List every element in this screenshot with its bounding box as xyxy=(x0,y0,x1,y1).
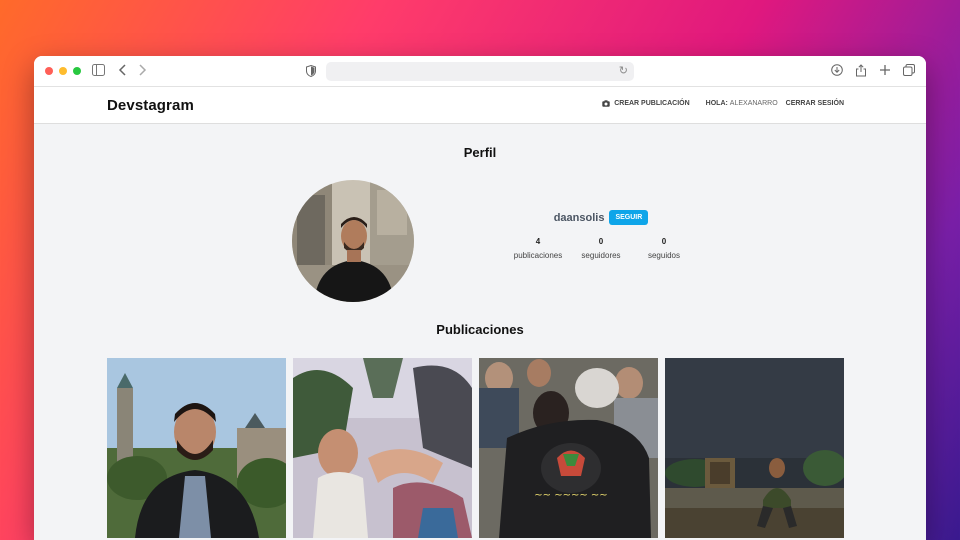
stat-posts-value: 4 xyxy=(535,237,541,246)
post-thumbnail[interactable] xyxy=(107,358,286,538)
brand-logo[interactable]: Devstagram xyxy=(107,97,194,114)
svg-text:~~ ~~~~ ~~: ~~ ~~~~ ~~ xyxy=(534,490,607,501)
create-post-button[interactable]: Crear Publicación xyxy=(598,100,694,107)
forward-icon[interactable] xyxy=(135,64,149,78)
stat-following-value: 0 xyxy=(661,237,667,246)
profile-title: Perfil xyxy=(463,145,497,160)
profile-username: daansolis xyxy=(553,211,605,224)
header-nav: Crear Publicación Hola: alexanarro Cerra… xyxy=(598,100,844,107)
stat-followers: 0 seguidores xyxy=(571,237,631,260)
post-thumbnail[interactable]: ~~ ~~~~ ~~ xyxy=(479,358,658,538)
camera-icon xyxy=(602,100,610,107)
greeting-label: Hola: xyxy=(705,100,728,107)
stat-following-label: seguidos xyxy=(647,251,681,260)
share-icon[interactable] xyxy=(854,64,868,78)
reload-icon[interactable]: ↻ xyxy=(619,64,628,77)
window-controls xyxy=(45,67,81,75)
privacy-shield-icon[interactable] xyxy=(306,64,316,78)
back-icon[interactable] xyxy=(116,64,130,78)
post-thumbnail[interactable] xyxy=(665,358,844,538)
posts-title: Publicaciones xyxy=(436,322,524,337)
stat-posts: 4 publicaciones xyxy=(508,237,568,260)
greeting[interactable]: Hola: alexanarro xyxy=(706,100,778,107)
logout-button[interactable]: Cerrar Sesión xyxy=(786,100,844,107)
profile-username-row: daansolis Seguir xyxy=(506,210,696,225)
current-username: alexanarro xyxy=(729,100,778,107)
profile-stats: 4 publicaciones 0 seguidores 0 seguidos xyxy=(506,237,696,260)
downloads-icon[interactable] xyxy=(830,64,844,78)
browser-window: ↻ Devstagram Crear Publicación Hola: ale… xyxy=(34,56,926,540)
profile-info: daansolis Seguir 4 publicaciones 0 segui… xyxy=(506,210,696,260)
post-thumbnail[interactable] xyxy=(293,358,472,538)
tab-overview-icon[interactable] xyxy=(902,64,916,78)
site-header: Devstagram Crear Publicación Hola: alexa… xyxy=(34,87,926,124)
new-tab-icon[interactable] xyxy=(878,64,892,78)
stat-followers-label: seguidores xyxy=(581,251,621,260)
zoom-window-button[interactable] xyxy=(73,67,81,75)
stat-following: 0 seguidos xyxy=(634,237,694,260)
close-window-button[interactable] xyxy=(45,67,53,75)
avatar xyxy=(292,180,414,302)
address-bar[interactable]: ↻ xyxy=(326,62,634,81)
sidebar-toggle-icon[interactable] xyxy=(91,64,105,78)
browser-toolbar: ↻ xyxy=(34,56,926,87)
minimize-window-button[interactable] xyxy=(59,67,67,75)
stat-posts-label: publicaciones xyxy=(513,251,563,260)
follow-button[interactable]: Seguir xyxy=(609,210,649,225)
create-post-label: Crear Publicación xyxy=(614,100,690,107)
stat-followers-value: 0 xyxy=(598,237,604,246)
